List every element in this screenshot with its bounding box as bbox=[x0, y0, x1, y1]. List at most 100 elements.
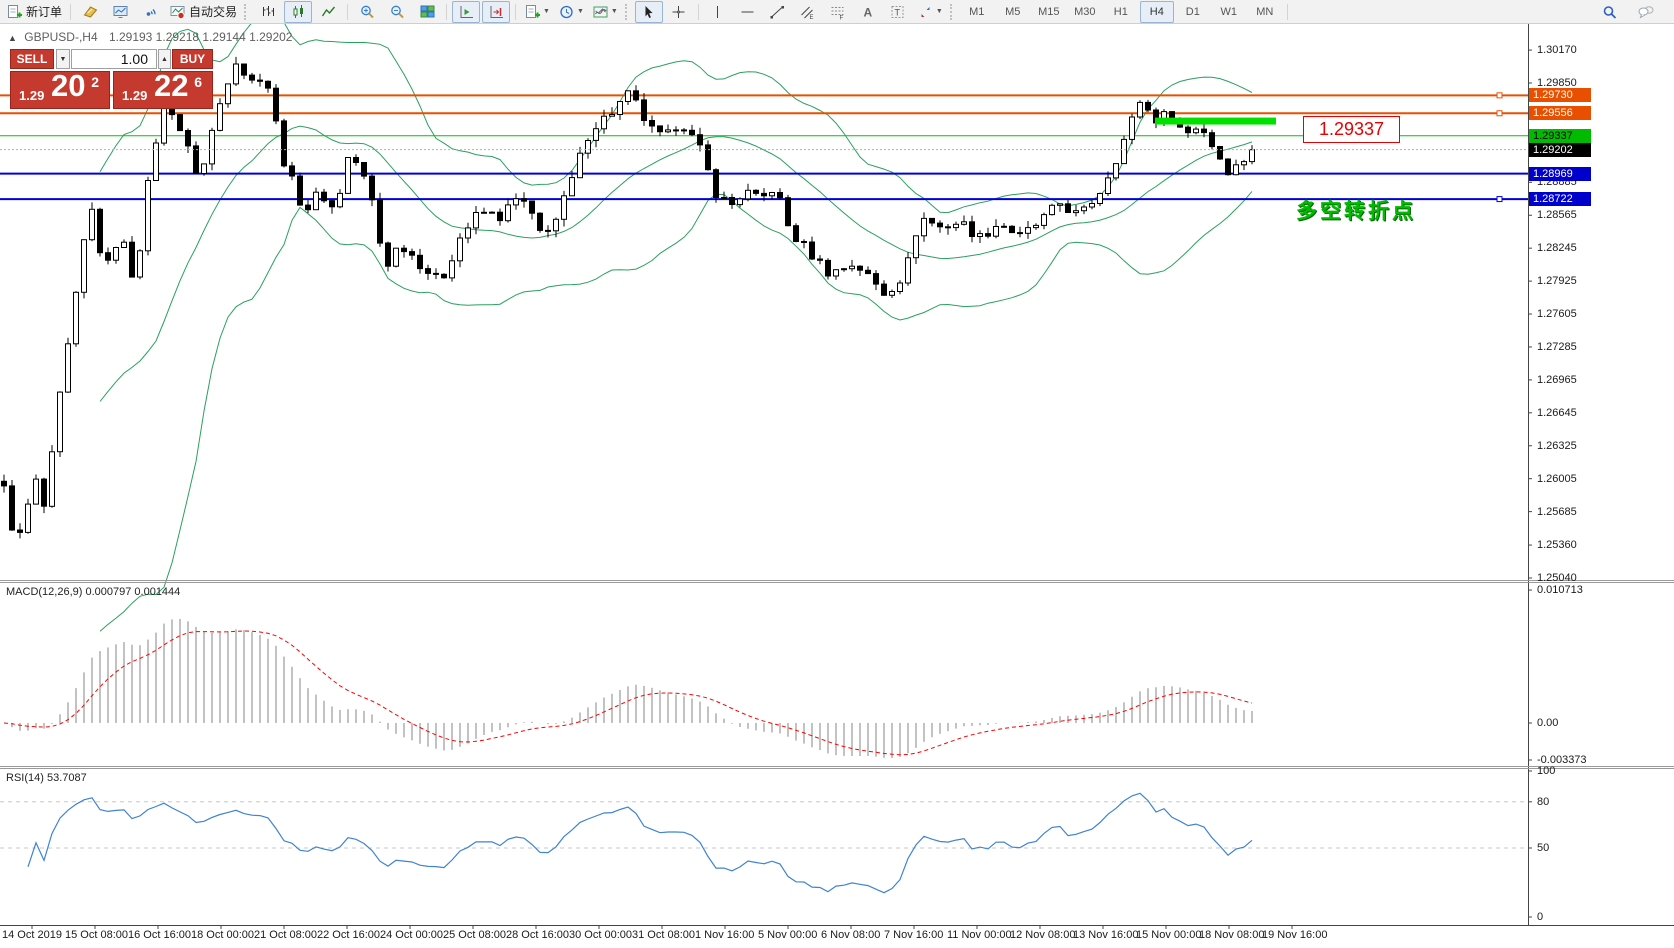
line-chart-icon bbox=[320, 4, 337, 20]
channel-button[interactable]: E bbox=[794, 1, 822, 23]
chevron-down-icon: ▼ bbox=[936, 8, 943, 15]
line-chart-button[interactable] bbox=[314, 1, 342, 23]
zoom-out-button[interactable] bbox=[383, 1, 411, 23]
toolbar-separator bbox=[70, 4, 71, 20]
candlestick-chart-icon bbox=[290, 4, 307, 20]
chevron-down-icon: ▼ bbox=[611, 8, 618, 15]
toolbar-separator bbox=[446, 4, 447, 20]
toolbar-separator bbox=[1287, 4, 1288, 20]
collapse-panel-icon[interactable]: ▲ bbox=[8, 33, 17, 43]
fibonacci-button[interactable]: F bbox=[824, 1, 852, 23]
chevron-down-icon: ▼ bbox=[577, 8, 584, 15]
sell-price-tile[interactable]: 1.29 20 2 bbox=[10, 71, 110, 109]
auto-scroll-button[interactable] bbox=[452, 1, 480, 23]
candlestick-chart-button[interactable] bbox=[284, 1, 312, 23]
bar-chart-button[interactable] bbox=[254, 1, 282, 23]
text-label-button[interactable]: T bbox=[884, 1, 912, 23]
zoom-in-button[interactable] bbox=[353, 1, 381, 23]
toolbar-grip bbox=[244, 4, 250, 20]
timeframe-mn-button[interactable]: MN bbox=[1248, 1, 1282, 23]
periods-button[interactable]: ▼ bbox=[555, 1, 587, 23]
toolbar-separator bbox=[347, 4, 348, 20]
horizontal-line-button[interactable] bbox=[734, 1, 762, 23]
sell-price-sup: 2 bbox=[91, 74, 99, 90]
ohlc-values: 1.29193 1.29218 1.29144 1.29202 bbox=[109, 30, 293, 44]
chart-header: ▲ GBPUSD-,H4 1.29193 1.29218 1.29144 1.2… bbox=[8, 30, 292, 44]
volume-input[interactable] bbox=[71, 49, 157, 69]
trendline-button[interactable] bbox=[764, 1, 792, 23]
buy-price-small: 1.29 bbox=[122, 88, 147, 103]
autotrading-label: 自动交易 bbox=[189, 3, 237, 20]
text-button[interactable]: A bbox=[854, 1, 882, 23]
volume-decrement-button[interactable]: ▼ bbox=[56, 49, 70, 69]
tile-windows-icon bbox=[419, 4, 436, 20]
indicators-button[interactable]: ▼ bbox=[521, 1, 553, 23]
crosshair-icon bbox=[670, 4, 687, 20]
timeframe-m30-button[interactable]: M30 bbox=[1068, 1, 1102, 23]
book-icon bbox=[82, 4, 99, 20]
trendline-icon bbox=[769, 4, 786, 20]
timeframe-w1-button[interactable]: W1 bbox=[1212, 1, 1246, 23]
templates-button[interactable]: ▼ bbox=[589, 1, 621, 23]
svg-text:E: E bbox=[810, 15, 814, 20]
toolbar-grip bbox=[625, 4, 631, 20]
rsi-label: RSI(14) 53.7087 bbox=[6, 772, 87, 784]
chevron-down-icon: ▼ bbox=[543, 8, 550, 15]
search-icon bbox=[1601, 4, 1618, 20]
arrows-button[interactable]: ▼ bbox=[914, 1, 946, 23]
autotrading-button[interactable]: 自动交易 bbox=[166, 1, 240, 23]
chat-button[interactable] bbox=[1632, 1, 1660, 23]
timeframe-h4-button[interactable]: H4 bbox=[1140, 1, 1174, 23]
chart-canvas[interactable] bbox=[0, 0, 1674, 948]
tile-windows-button[interactable] bbox=[413, 1, 441, 23]
turning-point-annotation[interactable]: 多空转折点 bbox=[1296, 195, 1416, 225]
svg-text:T: T bbox=[895, 7, 901, 17]
svg-text:A: A bbox=[864, 5, 873, 19]
cursor-button[interactable] bbox=[635, 1, 663, 23]
autotrading-icon bbox=[169, 4, 186, 20]
buy-price-big: 22 bbox=[154, 68, 188, 104]
sell-price-small: 1.29 bbox=[19, 88, 44, 103]
zoom-in-icon bbox=[359, 4, 376, 20]
chat-icon bbox=[1637, 4, 1656, 20]
volume-increment-button[interactable]: ▲ bbox=[158, 49, 171, 69]
cursor-icon bbox=[640, 4, 657, 20]
chart-window-button[interactable] bbox=[106, 1, 134, 23]
timeframe-h1-button[interactable]: H1 bbox=[1104, 1, 1138, 23]
sell-button[interactable]: SELL bbox=[10, 49, 54, 69]
text-icon: A bbox=[859, 4, 876, 20]
macd-label: MACD(12,26,9) 0.000797 0.001444 bbox=[6, 586, 180, 598]
timeframe-m15-button[interactable]: M15 bbox=[1032, 1, 1066, 23]
timeframe-d1-button[interactable]: D1 bbox=[1176, 1, 1210, 23]
auto-scroll-icon bbox=[458, 4, 475, 20]
clock-icon bbox=[558, 4, 575, 20]
timeframe-m1-button[interactable]: M1 bbox=[960, 1, 994, 23]
vertical-line-button[interactable] bbox=[704, 1, 732, 23]
market-watch-button[interactable] bbox=[76, 1, 104, 23]
zoom-out-icon bbox=[389, 4, 406, 20]
buy-button[interactable]: BUY bbox=[172, 49, 213, 69]
crosshair-button[interactable] bbox=[665, 1, 693, 23]
horizontal-line-icon bbox=[739, 4, 756, 20]
bar-chart-icon bbox=[260, 4, 277, 20]
signal-icon bbox=[142, 4, 159, 20]
arrows-icon bbox=[917, 4, 934, 20]
template-icon bbox=[592, 4, 609, 20]
sell-price-big: 20 bbox=[51, 68, 85, 104]
search-button[interactable] bbox=[1595, 1, 1623, 23]
signal-button[interactable] bbox=[136, 1, 164, 23]
buy-price-tile[interactable]: 1.29 22 6 bbox=[113, 71, 213, 109]
toolbar-separator bbox=[515, 4, 516, 20]
timeframe-m5-button[interactable]: M5 bbox=[996, 1, 1030, 23]
text-label-icon: T bbox=[889, 4, 906, 20]
new-order-button[interactable]: 新订单 bbox=[3, 1, 65, 23]
main-toolbar: 新订单 自动交易 ▼ ▼ bbox=[0, 0, 1674, 24]
vertical-line-icon bbox=[709, 4, 726, 20]
new-order-icon bbox=[6, 4, 23, 20]
indicators-add-icon bbox=[524, 4, 541, 20]
chart-shift-button[interactable] bbox=[482, 1, 510, 23]
buy-price-sup: 6 bbox=[194, 74, 202, 90]
symbol-period-label: GBPUSD-,H4 bbox=[24, 30, 97, 44]
price-annotation-box[interactable]: 1.29337 bbox=[1303, 116, 1400, 143]
svg-text:F: F bbox=[840, 15, 844, 20]
